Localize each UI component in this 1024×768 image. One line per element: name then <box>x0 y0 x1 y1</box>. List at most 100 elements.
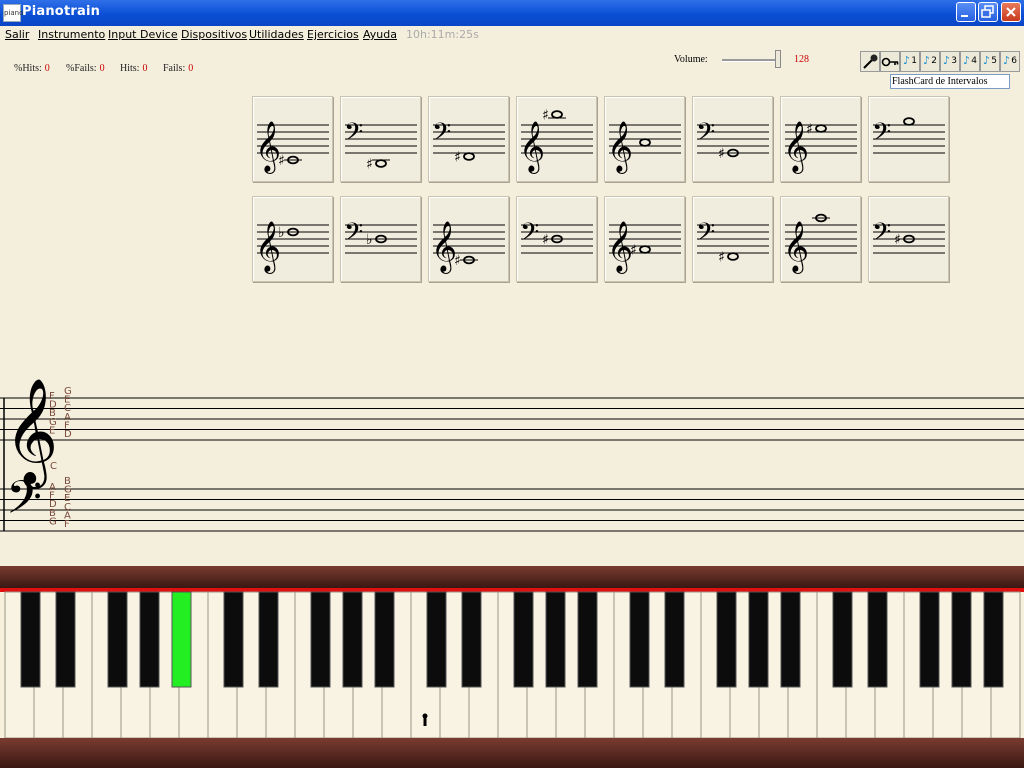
sharp-icon: ♯ <box>718 250 725 266</box>
treble-space-note-label: D <box>64 429 72 440</box>
exercise-button-5[interactable]: ♪ 5 <box>980 51 1000 72</box>
black-key[interactable] <box>832 591 853 688</box>
sharp-icon: ♯ <box>454 150 461 166</box>
flashcard-staff: 𝄢 ♭ <box>344 218 417 254</box>
flashcard[interactable]: 𝄞 ♯ <box>604 196 685 282</box>
black-key[interactable] <box>55 591 76 688</box>
black-key[interactable] <box>426 591 447 688</box>
piano-bottom-rail <box>0 738 1024 768</box>
bass-clef-icon: 𝄢 <box>872 118 891 153</box>
close-icon <box>1006 7 1016 17</box>
treble-line-note-label: E <box>49 425 55 436</box>
flashcard[interactable]: 𝄢 ♯ <box>692 96 773 182</box>
title-bar: piano Pianotrain <box>0 0 1024 26</box>
flashcard-staff: 𝄢♯ <box>520 218 593 254</box>
note-icon: ♪ <box>983 54 991 67</box>
black-key[interactable] <box>716 591 737 688</box>
flashcard[interactable]: 𝄞 <box>604 96 685 182</box>
bass-clef-icon: 𝄢 <box>520 218 539 253</box>
exercise-button-4[interactable]: ♪ 4 <box>960 51 980 72</box>
flashcard[interactable]: 𝄞 <box>780 196 861 282</box>
black-key[interactable] <box>867 591 888 688</box>
menu-utilidades[interactable]: Utilidades <box>249 28 304 41</box>
flashcard[interactable]: 𝄞 ♯ <box>428 196 509 282</box>
flashcard-staff: 𝄞♯ <box>783 121 857 174</box>
note-icon: ♪ <box>1003 54 1011 67</box>
menu-instrumento[interactable]: Instrumento <box>38 28 105 41</box>
black-key[interactable] <box>139 591 160 688</box>
flashcard[interactable]: 𝄢 ♯ <box>516 196 597 282</box>
stat-fails: Fails: 0 <box>163 63 194 74</box>
note-icon: ♪ <box>963 54 971 67</box>
flashcard[interactable]: 𝄞 ♭ <box>252 196 333 282</box>
flashcard[interactable]: 𝄢 ♯ <box>868 196 949 282</box>
black-key[interactable] <box>310 591 331 688</box>
flashcard-staff: 𝄢♯ <box>872 218 945 254</box>
minimize-icon <box>961 15 968 17</box>
close-button[interactable] <box>1001 2 1021 22</box>
flashcard-staff: 𝄞♯ <box>255 121 329 174</box>
piano-keyboard[interactable] <box>0 566 1024 768</box>
black-key[interactable] <box>342 591 363 688</box>
menu-bar: Salir Instrumento Input Device Dispositi… <box>0 26 1024 44</box>
flashcard[interactable]: 𝄞 ♯ <box>252 96 333 182</box>
microphone-button[interactable] <box>860 51 880 72</box>
black-key[interactable] <box>983 591 1004 688</box>
note-head <box>551 110 563 119</box>
flashcard-staff: 𝄞♯ <box>431 221 505 274</box>
black-key-highlighted[interactable] <box>171 591 192 688</box>
flashcard-staff: 𝄢♯ <box>696 218 769 266</box>
flat-icon: ♭ <box>278 225 285 241</box>
note-icon: ♪ <box>943 54 951 67</box>
volume-slider-thumb[interactable] <box>775 50 781 68</box>
flashcard[interactable]: 𝄢 ♯ <box>428 96 509 182</box>
black-key[interactable] <box>223 591 244 688</box>
black-key[interactable] <box>374 591 395 688</box>
menu-dispositivos[interactable]: Dispositivos <box>181 28 247 41</box>
menu-salir[interactable]: Salir <box>5 28 29 41</box>
note-icon: ♪ <box>923 54 931 67</box>
maximize-button[interactable] <box>978 2 998 22</box>
minimize-button[interactable] <box>956 2 976 22</box>
bass-clef-icon: 𝄢 <box>344 118 363 153</box>
middle-c-label: C <box>50 461 57 472</box>
menu-input-device[interactable]: Input Device <box>108 28 178 41</box>
black-key[interactable] <box>780 591 801 688</box>
black-key[interactable] <box>461 591 482 688</box>
flashcard[interactable]: 𝄢 ♭ <box>340 196 421 282</box>
black-key[interactable] <box>629 591 650 688</box>
flashcard[interactable]: 𝄞 ♯ <box>780 96 861 182</box>
black-key[interactable] <box>577 591 598 688</box>
restore-icon <box>981 5 994 18</box>
key-icon <box>881 57 899 67</box>
black-key[interactable] <box>513 591 534 688</box>
black-key[interactable] <box>951 591 972 688</box>
stat-fails-percent: %Fails: 0 <box>66 63 105 74</box>
menu-ejercicios[interactable]: Ejercicios <box>307 28 359 41</box>
flashcard[interactable]: 𝄢 ♯ <box>692 196 773 282</box>
black-key[interactable] <box>258 591 279 688</box>
menu-ayuda[interactable]: Ayuda <box>363 28 397 41</box>
black-key[interactable] <box>545 591 566 688</box>
black-key[interactable] <box>107 591 128 688</box>
key-button[interactable] <box>880 51 900 72</box>
exercise-button-6[interactable]: ♪ 6 <box>1000 51 1020 72</box>
flashcard[interactable]: 𝄢 ♯ <box>340 96 421 182</box>
treble-clef-icon: 𝄞 <box>607 121 633 174</box>
exercise-button-1[interactable]: ♪ 1 <box>900 51 920 72</box>
bass-clef-icon: 𝄢 <box>696 218 715 253</box>
exercise-button-3[interactable]: ♪ 3 <box>940 51 960 72</box>
black-key[interactable] <box>919 591 940 688</box>
exercise-button-2[interactable]: ♪ 2 <box>920 51 940 72</box>
flashcard-staff: 𝄞 <box>783 213 857 274</box>
flashcard[interactable]: 𝄢 <box>868 96 949 182</box>
black-key[interactable] <box>748 591 769 688</box>
flashcard-staff: 𝄞 <box>607 121 681 174</box>
sharp-icon: ♯ <box>718 146 725 162</box>
volume-label: Volume: <box>674 54 708 65</box>
volume-slider-track[interactable] <box>722 59 780 62</box>
flashcard[interactable]: 𝄞 ♯ <box>516 96 597 182</box>
black-key[interactable] <box>20 591 41 688</box>
black-key[interactable] <box>664 591 685 688</box>
flashcard-staff: 𝄢♯ <box>696 118 769 162</box>
